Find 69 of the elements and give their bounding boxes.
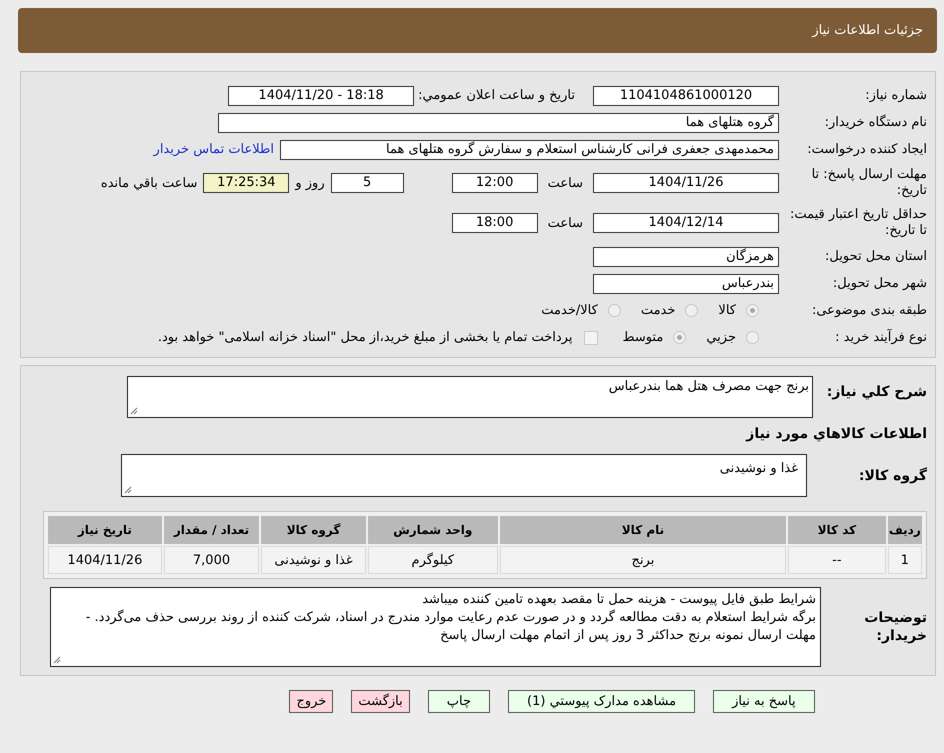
buyer-contact-link[interactable]: اطلاعات تماس خريدار [154,142,274,157]
city-field: بندرعباس [593,274,779,294]
radio-label: کالا [718,303,736,318]
field-label: توضيحات خريدار: [863,609,927,645]
radio-label: متوسط [622,330,664,345]
column-header: تاريخ نياز [48,516,162,544]
radio-label: جزيي [706,330,736,345]
field-label: حداقل تاريخ اعتبار قيمت: تا تاريخ: [788,207,928,239]
radio-label: خدمت [640,303,676,318]
resize-grip-icon [53,656,61,664]
radio-label: کالا/خدمت [541,303,598,318]
field-label: شهر محل تحويل: [832,276,928,291]
field-label: تاريخ و ساعت اعلان عمومي: [418,88,575,103]
remaining-time-field: 17:25:34 [203,173,290,193]
field-label: شرح کلي نياز: [826,383,927,400]
validity-time-field: 18:00 [452,213,538,233]
table-cell: غذا و نوشیدنی [261,546,366,574]
goods-group-text: غذا و نوشیدنی [720,461,798,476]
column-header: تعداد / مقدار [164,516,260,544]
table-cell: -- [788,546,886,574]
field-label: ايجاد کننده درخواست: [806,142,928,157]
action-button[interactable]: خروج [289,690,334,713]
field-label: گروه کالا: [858,468,927,484]
field-label: استان محل تحويل: [824,249,928,264]
field-label: مهلت ارسال پاسخ: تا تاريخ: [810,167,928,199]
field-label: نوع فرآيند خريد : [834,330,928,345]
page-title: جزئيات اطلاعات نياز [812,23,923,38]
remaining-label: ساعت باقي مانده [100,176,198,190]
table-cell: 1 [888,546,922,574]
action-button[interactable]: مشاهده مدارک پيوستي (1) [508,690,696,713]
time-label: ساعت [548,216,583,230]
radio-button[interactable] [673,331,686,344]
radio-button[interactable] [746,331,759,344]
time-label: ساعت [548,176,583,190]
radio-button[interactable] [608,304,621,317]
days-field: 5 [330,173,404,193]
checkbox-label: پرداخت تمام يا بخشی از مبلغ خريد،از محل "اسناد خزانه اسلامی" خواهد بود. [158,330,572,345]
buyer-notes-text: شرایط طبق فایل پیوست - هزینه حمل تا مقصد بعهده تامین کننده میباشد برگه شرایط استعلام به دقت مطالعه گردد و در صورت عدم رعایت موارد مندرج در اسناد، شرکت کننده از روند بررسی حذف می‌گردد. - مهلت ارسال نمونه برنج حداکثر 3 روز پس از اتمام مهلت ارسال پاسخ [84,591,816,645]
column-header: گروه کالا [261,516,366,544]
days-label: روز و [295,176,325,190]
table-cell: 7,000 [164,546,260,574]
column-header: واحد شمارش [368,516,498,544]
validity-date-field: 1404/12/14 [593,213,779,233]
table-cell: 1404/11/26 [48,546,162,574]
column-header: کد کالا [788,516,886,544]
deadline-date-field: 1404/11/26 [593,173,779,193]
field-label: نام دستگاه خريدار: [824,115,928,130]
requester-field: محمدمهدی جعفری فرانی کارشناس استعلام و سفارش گروه هتلهای هما [280,140,779,160]
column-header: نام کالا [500,516,786,544]
buyer-org-field: گروه هتلهای هما [218,112,779,132]
column-header: رديف [888,516,922,544]
checkbox[interactable] [584,330,598,344]
radio-button[interactable] [685,304,698,317]
table-cell: کیلوگرم [368,546,498,574]
section-title: اطلاعات کالاهاي مورد نياز [744,426,927,442]
action-button[interactable]: چاپ [428,690,490,713]
need-number-field: 1104104861000120 [593,86,779,106]
deadline-time-field: 12:00 [452,173,538,193]
description-text: برنج جهت مصرف هتل هما بندرعباس [608,379,809,394]
province-field: هرمزگان [593,246,779,266]
resize-grip-icon [130,407,138,415]
radio-button[interactable] [746,304,759,317]
resize-grip-icon [124,486,132,494]
action-button[interactable]: پاسخ به نياز [713,690,815,713]
field-label: طبقه بندی موضوعی: [810,303,928,318]
table-cell: برنج [500,546,786,574]
field-label: شماره نياز: [864,88,928,103]
announce-date-field: 1404/11/20 - 18:18 [228,86,414,106]
action-button[interactable]: بازگشت [351,690,410,713]
